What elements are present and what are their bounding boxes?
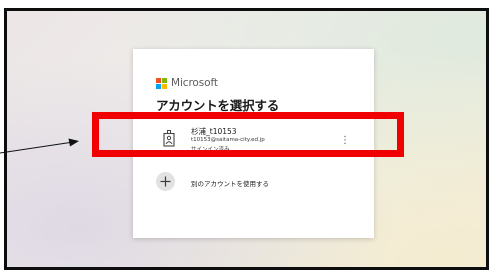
more-options-icon[interactable]: ⋮ <box>340 134 350 147</box>
id-badge-icon <box>163 130 175 147</box>
title-divider <box>134 117 373 118</box>
microsoft-logo: Microsoft <box>156 77 218 89</box>
account-email: t10153@saitama-city.ed.jp <box>191 137 265 143</box>
plus-icon-circle <box>156 172 175 191</box>
account-status: サインイン済み <box>191 147 230 153</box>
use-another-account-label: 別のアカウントを使用する <box>191 180 269 188</box>
account-name: 杉浦_t10153 <box>191 127 237 136</box>
microsoft-logo-icon <box>156 77 167 89</box>
page-title: アカウントを選択する <box>156 98 280 113</box>
plus-icon <box>160 176 171 187</box>
microsoft-wordmark: Microsoft <box>171 77 218 89</box>
